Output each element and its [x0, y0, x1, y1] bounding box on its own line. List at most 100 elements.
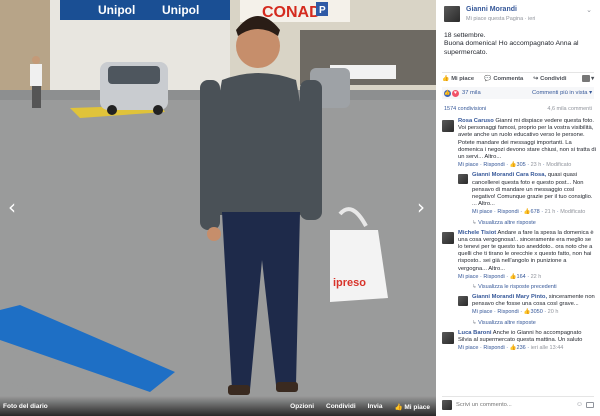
- sign-parking: P: [319, 5, 326, 16]
- view-more-replies-link[interactable]: Visualizza altre risposte: [472, 320, 596, 326]
- comment-reply: Gianni Morandi Mary Pinto, sinceramente …: [458, 294, 596, 317]
- comment-icon: 💬: [484, 75, 492, 82]
- author-avatar[interactable]: [444, 6, 460, 22]
- comment-text: Andare a fare la spesa la domenica è una…: [458, 229, 594, 272]
- comment-reply-link[interactable]: Rispondi: [483, 274, 504, 280]
- comment-text: Gianni mi dispiace vedere questa foto. V…: [458, 118, 596, 161]
- next-photo-icon[interactable]: ›: [414, 196, 428, 218]
- comment-time: 21 h: [544, 209, 556, 216]
- comment-like-icon[interactable]: 👍: [510, 345, 517, 351]
- comment-like-link[interactable]: Mi piace: [458, 162, 478, 168]
- like-button[interactable]: 👍 Mi piace: [442, 76, 474, 82]
- comment-composer: ☺: [442, 396, 594, 412]
- post-text: 18 settembre. Buona domenica! Ho accompa…: [444, 32, 579, 56]
- comment-likes-count[interactable]: 3050: [531, 309, 543, 315]
- comments-sort[interactable]: Commenti più in vista ▾: [532, 90, 592, 96]
- comment-likes-count[interactable]: 164: [517, 274, 526, 280]
- comment-actions: Mi piace · Rispondi · 👍305 · 23 h · Modi…: [458, 162, 572, 169]
- comment-time: 23 h: [530, 162, 542, 169]
- view-previous-replies-link[interactable]: Visualizza le risposte precedenti: [472, 284, 596, 290]
- likes-count[interactable]: 37 mila: [462, 90, 481, 96]
- album-label[interactable]: Foto del diario: [3, 403, 48, 410]
- commenter-avatar[interactable]: [442, 231, 454, 244]
- comment-author[interactable]: Michele Tisiot: [458, 230, 496, 236]
- comment-like-icon[interactable]: 👍: [524, 209, 531, 215]
- emoji-icon[interactable]: ☺: [576, 401, 583, 408]
- comment-time: 20 h: [547, 309, 559, 316]
- comment-edited: Modificato: [560, 209, 586, 216]
- share-photo-button[interactable]: Condividi: [326, 403, 356, 411]
- comment-mention[interactable]: Mary Pinto,: [516, 294, 547, 300]
- comment-button[interactable]: 💬 Commenta: [484, 76, 523, 82]
- photo-footer: Foto del diario Opzioni Condividi Invia …: [0, 396, 436, 416]
- commenter-avatar[interactable]: [458, 174, 468, 185]
- comment: Luca Baroni Anche io Gianni ho accompagn…: [442, 330, 596, 353]
- bag-logo-text: ipreso: [333, 277, 366, 289]
- comment-like-icon[interactable]: 👍: [524, 309, 531, 315]
- comments-count: 4,6 mila commenti: [547, 106, 592, 112]
- options-button[interactable]: Opzioni: [290, 403, 314, 411]
- shares-count[interactable]: 1574 condivisioni: [444, 106, 486, 112]
- share-summary: 1574 condivisioni 4,6 mila commenti: [444, 106, 592, 112]
- share-button[interactable]: ↪ Condividi: [533, 76, 566, 82]
- comment-author[interactable]: Rosa Caruso: [458, 118, 494, 124]
- sign-conad: CONAD: [262, 4, 321, 21]
- comment: Rosa Caruso Gianni mi dispiace vedere qu…: [442, 118, 596, 169]
- comment-reply-link[interactable]: Rispondi: [483, 345, 504, 351]
- comment-actions: Mi piace · Rispondi · 👍678 · 21 h · Modi…: [472, 209, 586, 216]
- previous-photo-icon[interactable]: ‹: [5, 196, 19, 218]
- camera-icon[interactable]: [586, 401, 594, 408]
- likes-summary: 👍 ♥ 37 mila Commenti più in vista ▾: [442, 87, 594, 99]
- comment-likes-count[interactable]: 236: [517, 345, 526, 351]
- post-meta: Mi piace questa Pagina · ieri: [466, 16, 536, 22]
- comment-actions: Mi piace · Rispondi · 👍236 · ieri alle 1…: [458, 345, 564, 352]
- comment-reply: Gianni Morandi Cara Rosa, quasi quasi ca…: [458, 172, 596, 216]
- commenter-avatar[interactable]: [442, 120, 454, 132]
- comment-time: 22 h: [530, 273, 542, 280]
- sign-unipol-2: Unipol: [162, 3, 199, 17]
- comment-like-link[interactable]: Mi piace: [472, 309, 492, 315]
- comment-actions: Mi piace · Rispondi · 👍3050 · 20 h: [472, 309, 559, 316]
- share-label: Condividi: [540, 75, 567, 82]
- comment-reply-link[interactable]: Rispondi: [497, 309, 518, 315]
- photo-viewer: Unipol Unipol CONAD P ipreso ‹ › Foto de…: [0, 0, 436, 416]
- comment-mention[interactable]: Cara Rosa,: [516, 172, 546, 178]
- post-action-bar: 👍 Mi piace 💬 Commenta ↪ Condividi ▾: [442, 72, 594, 84]
- comment-input[interactable]: [456, 401, 576, 408]
- like-label: Mi piace: [451, 75, 475, 82]
- comment-author[interactable]: Gianni Morandi: [472, 172, 514, 178]
- reaction-selector[interactable]: ▾: [582, 75, 594, 82]
- comment-author[interactable]: Gianni Morandi: [472, 294, 514, 300]
- comment-likes-count[interactable]: 678: [531, 209, 540, 215]
- photo-actions: Opzioni Condividi Invia 👍 Mi piace: [290, 403, 430, 411]
- comment-list: Rosa Caruso Gianni mi dispiace vedere qu…: [442, 118, 596, 355]
- comment-reply-link[interactable]: Rispondi: [497, 209, 518, 215]
- comment: Michele Tisiot Andare a fare la spesa la…: [442, 230, 596, 281]
- page-avatar-icon: [582, 75, 591, 82]
- photo-image: Unipol Unipol CONAD P ipreso: [0, 0, 436, 416]
- comment-likes-count[interactable]: 305: [517, 162, 526, 168]
- dropdown-icon: ▾: [591, 75, 594, 82]
- comments-sort-label: Commenti più in vista: [532, 90, 588, 96]
- love-reaction-icon: ♥: [452, 89, 459, 97]
- comment-author[interactable]: Luca Baroni: [458, 330, 492, 336]
- comment-reply-link[interactable]: Rispondi: [483, 162, 504, 168]
- comment-like-link[interactable]: Mi piace: [472, 209, 492, 215]
- post-author[interactable]: Gianni Morandi: [466, 6, 517, 13]
- commenter-avatar[interactable]: [442, 331, 454, 344]
- comment-actions: Mi piace · Rispondi · 👍164 · 22 h: [458, 273, 542, 280]
- commenter-avatar[interactable]: [458, 296, 468, 307]
- sign-unipol-1: Unipol: [98, 3, 135, 17]
- chevron-down-icon[interactable]: ⌄: [586, 6, 592, 14]
- like-photo-button[interactable]: 👍 Mi piace: [394, 403, 430, 411]
- comment-like-icon[interactable]: 👍: [510, 274, 517, 280]
- view-more-replies-link[interactable]: Visualizza altre risposte: [472, 220, 596, 226]
- like-reaction-icon: 👍: [444, 89, 451, 97]
- comment-like-link[interactable]: Mi piace: [458, 345, 478, 351]
- post-header: Gianni Morandi Mi piace questa Pagina · …: [436, 0, 600, 28]
- comment-like-link[interactable]: Mi piace: [458, 274, 478, 280]
- like-photo-label: Mi piace: [404, 404, 430, 411]
- send-button[interactable]: Invia: [368, 403, 383, 411]
- comment-label: Commenta: [493, 75, 524, 82]
- comment-like-icon[interactable]: 👍: [510, 162, 517, 168]
